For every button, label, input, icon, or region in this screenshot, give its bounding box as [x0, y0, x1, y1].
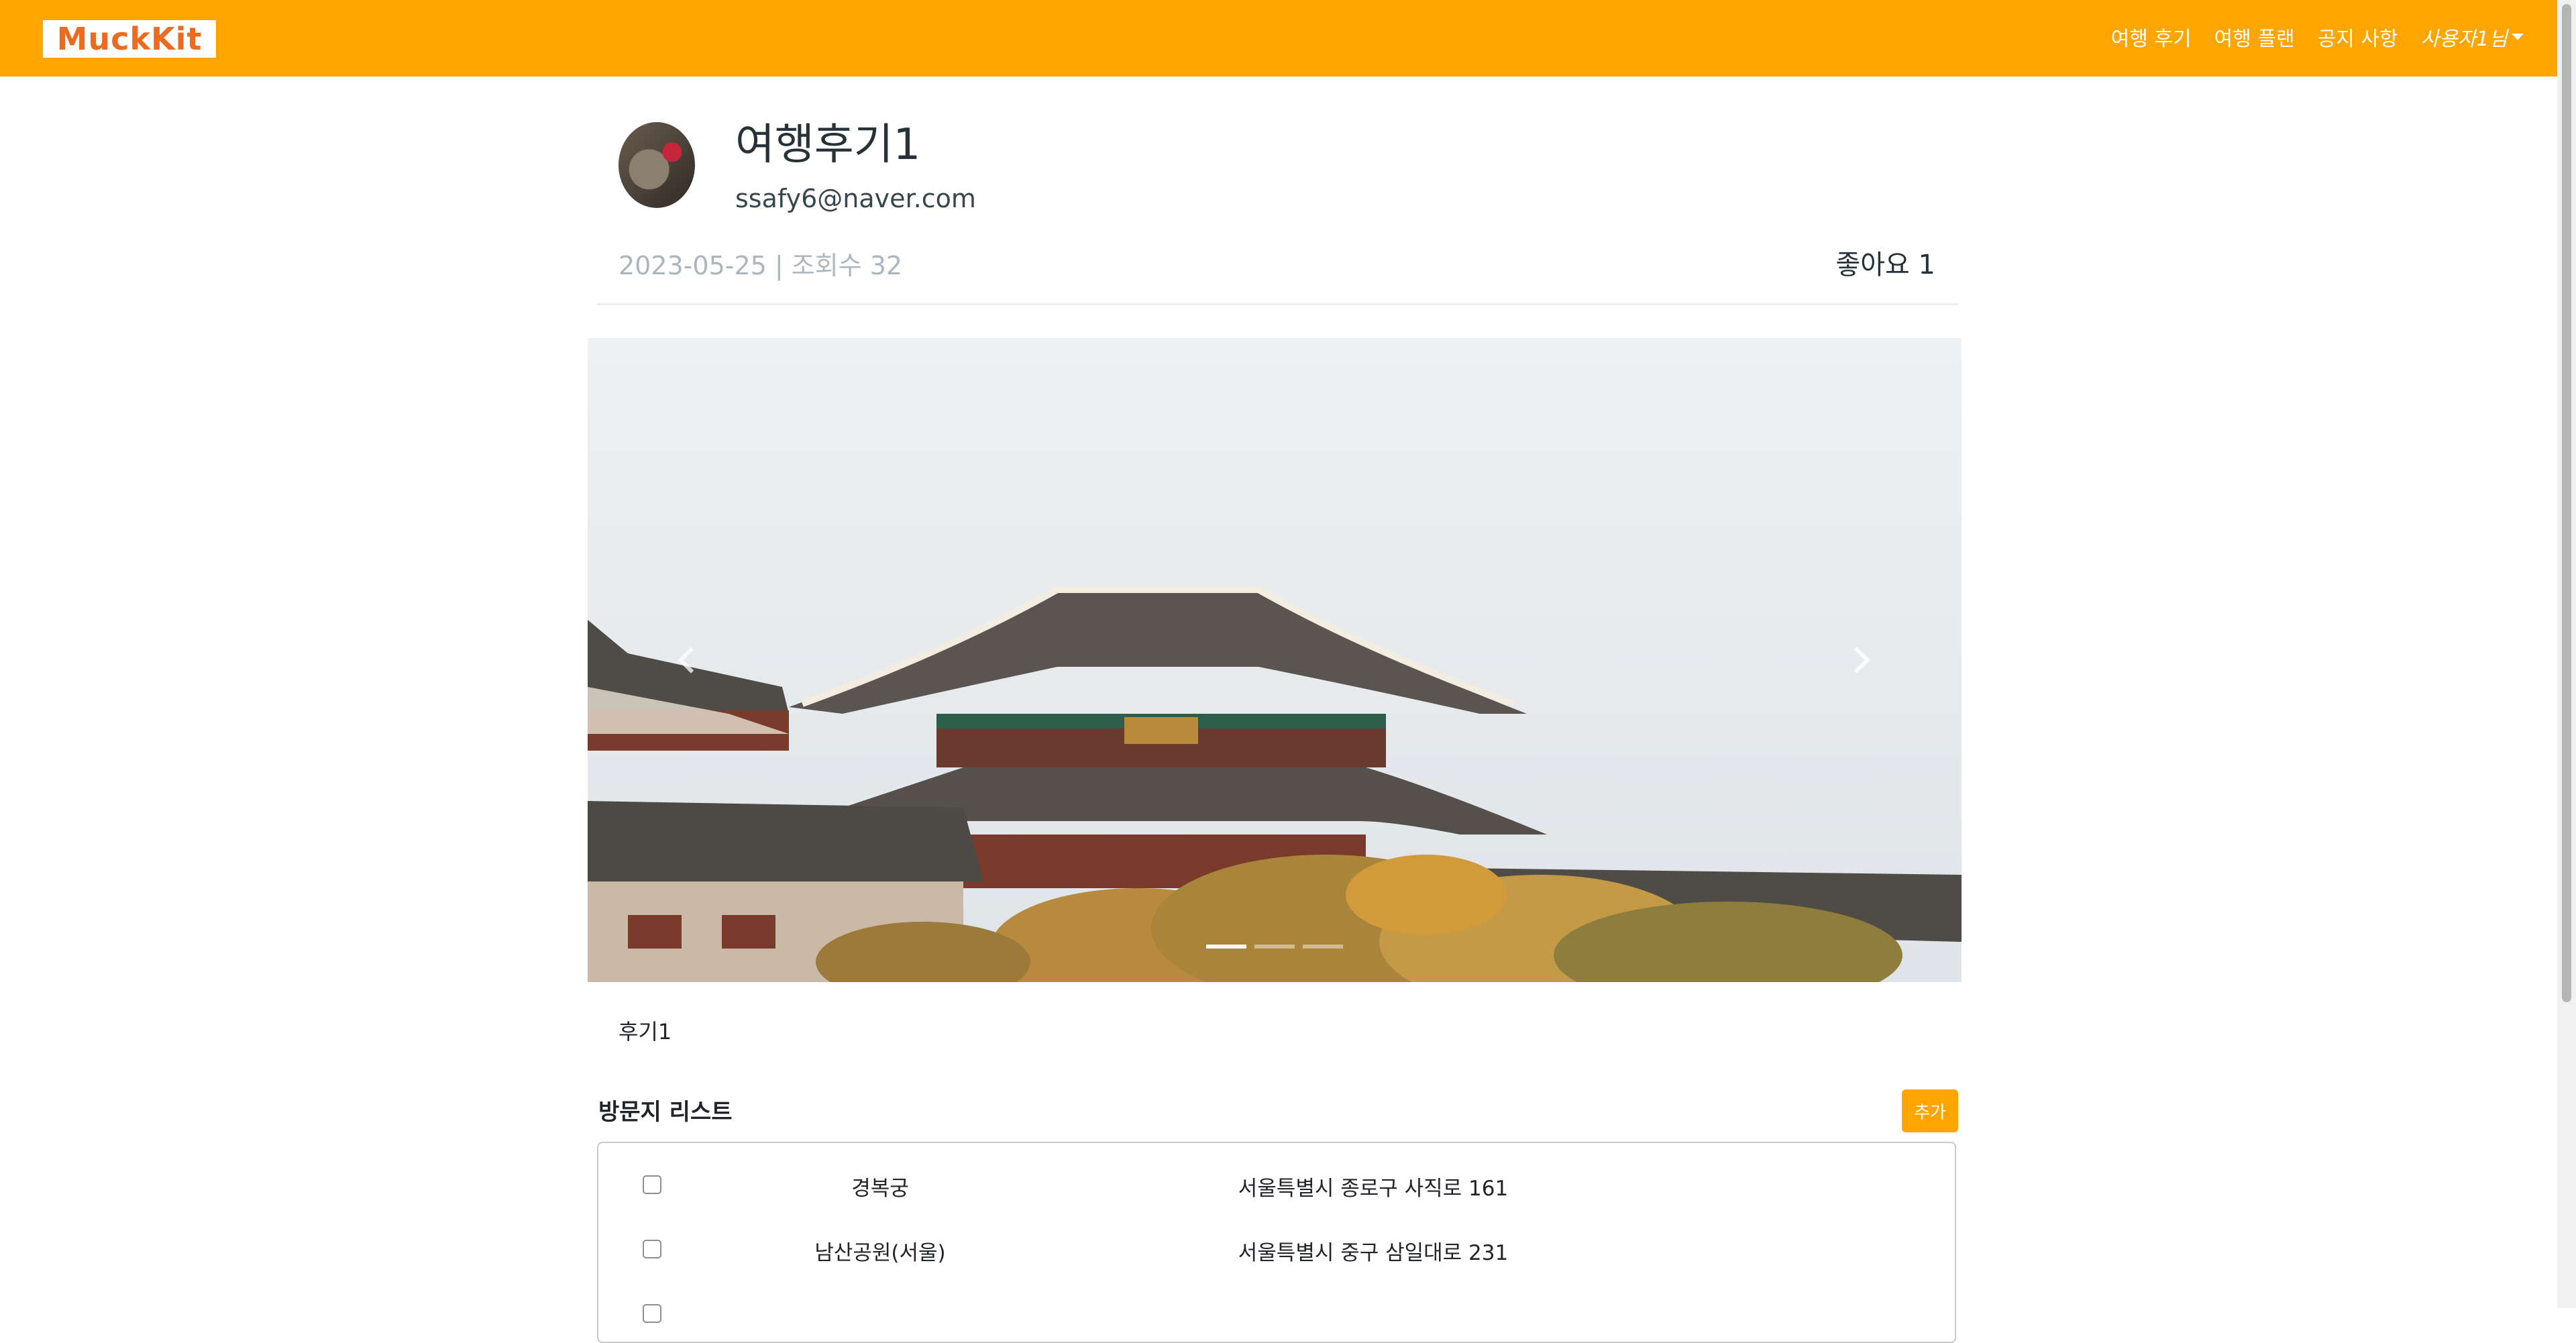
visit-list-title: 방문지 리스트	[598, 1099, 733, 1126]
image-carousel	[588, 338, 1962, 982]
avatar	[619, 122, 695, 208]
visit-name: 남산공원(서울)	[814, 1241, 946, 1265]
like-button[interactable]: 좋아요 1	[1835, 243, 1935, 282]
chevron-right-icon	[1843, 647, 1870, 674]
scrollbar-thumb[interactable]	[2562, 4, 2571, 1002]
nav-link-plans[interactable]: 여행 플랜	[2214, 22, 2295, 52]
visit-address: 서울특별시 종로구 사직로 161	[1238, 1177, 1509, 1201]
caret-down-icon	[2512, 34, 2524, 40]
navbar: MuckKit 여행 후기 여행 플랜 공지 사항 사용자1님	[0, 0, 2557, 76]
visit-checkbox[interactable]	[643, 1304, 661, 1323]
logo[interactable]: MuckKit	[43, 20, 216, 58]
nav-link-notices[interactable]: 공지 사항	[2318, 22, 2398, 52]
carousel-indicator[interactable]	[1206, 945, 1246, 949]
carousel-prev-button[interactable]	[671, 633, 711, 687]
post-meta: 2023-05-25 | 조회수 32	[619, 251, 903, 280]
palace-photo	[588, 338, 1962, 982]
nav-links: 여행 후기 여행 플랜 공지 사항 사용자1님	[2111, 20, 2524, 54]
scrollbar[interactable]	[2557, 0, 2576, 1308]
carousel-next-button[interactable]	[1837, 633, 1877, 687]
visit-list: 경복궁 서울특별시 종로구 사직로 161 남산공원(서울) 서울특별시 중구 …	[597, 1142, 1956, 1343]
carousel-indicators	[1206, 945, 1343, 949]
list-item	[598, 1295, 1955, 1335]
add-visit-button[interactable]: 추가	[1902, 1089, 1958, 1132]
visit-name: 경복궁	[851, 1177, 909, 1201]
list-item: 남산공원(서울) 서울특별시 중구 삼일대로 231	[598, 1230, 1955, 1271]
visit-checkbox[interactable]	[643, 1240, 661, 1258]
author-email: ssafy6@naver.com	[735, 184, 976, 213]
user-name: 사용자1님	[2420, 28, 2508, 51]
logo-text: MuckKit	[56, 21, 203, 57]
divider	[597, 303, 1959, 305]
user-menu[interactable]: 사용자1님	[2421, 22, 2524, 52]
review-body: 후기1	[619, 1019, 672, 1044]
visit-address: 서울특별시 중구 삼일대로 231	[1238, 1241, 1509, 1265]
post-title: 여행후기1	[735, 120, 921, 170]
chevron-left-icon	[678, 647, 704, 674]
carousel-indicator[interactable]	[1254, 945, 1295, 949]
carousel-indicator[interactable]	[1303, 945, 1343, 949]
list-item: 경복궁 서울특별시 종로구 사직로 161	[598, 1166, 1955, 1206]
visit-checkbox[interactable]	[643, 1175, 661, 1194]
nav-link-reviews[interactable]: 여행 후기	[2111, 22, 2192, 52]
